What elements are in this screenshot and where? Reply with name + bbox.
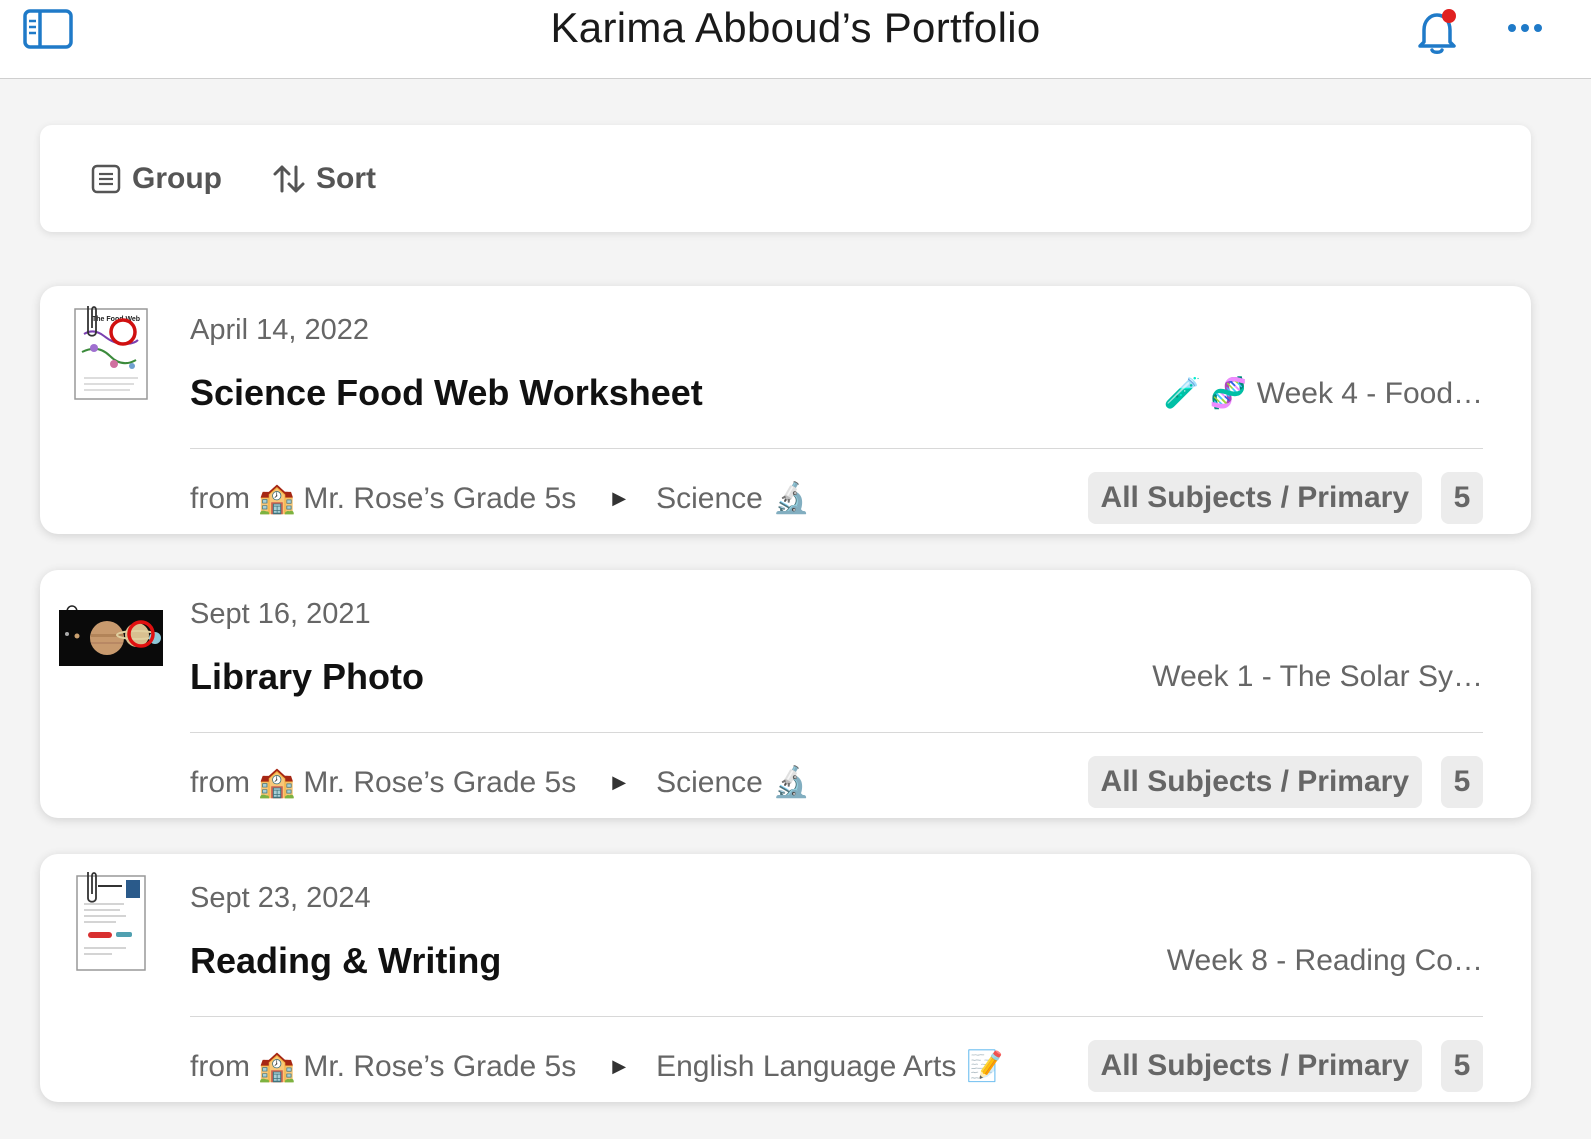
- more-options-icon[interactable]: [1500, 10, 1550, 46]
- subject-tag[interactable]: All Subjects / Primary: [1087, 756, 1422, 808]
- subject-name[interactable]: English Language Arts: [656, 1050, 956, 1084]
- subject-tag[interactable]: All Subjects / Primary: [1087, 472, 1422, 524]
- caret-right-icon: ▶: [612, 488, 627, 508]
- microscope-icon: 🔬: [772, 766, 811, 799]
- group-button[interactable]: Group: [90, 159, 222, 199]
- class-name[interactable]: Mr. Rose’s Grade 5s: [303, 766, 576, 800]
- from-label: from: [190, 481, 250, 515]
- card-meta: from 🏫 Mr. Rose’s Grade 5s ▶ Science 🔬: [190, 481, 810, 516]
- from-label: from: [190, 1049, 250, 1083]
- school-icon: 🏫: [258, 482, 296, 515]
- week-label[interactable]: 🧪 🧬 Week 4 - Food…: [1164, 376, 1483, 411]
- page-title: Karima Abboud’s Portfolio: [550, 4, 1041, 51]
- subject-name[interactable]: Science: [656, 482, 763, 516]
- card-date: Sept 23, 2024: [190, 882, 371, 914]
- week-label[interactable]: Week 8 - Reading Co…: [1167, 944, 1483, 978]
- portfolio-card[interactable]: The Food Web April 14, 2022 Science Food…: [40, 286, 1531, 534]
- card-title[interactable]: Library Photo: [190, 656, 424, 698]
- week-label[interactable]: Week 1 - The Solar Sy…: [1152, 660, 1483, 694]
- caret-right-icon: ▶: [612, 772, 627, 792]
- week-text: Week 1 - The Solar Sy…: [1152, 660, 1483, 693]
- card-meta: from 🏫 Mr. Rose’s Grade 5s ▶ Science 🔬: [190, 765, 810, 800]
- divider: [190, 448, 1483, 449]
- list-icon: [91, 164, 121, 194]
- test-tube-dna-icon: 🧪 🧬: [1163, 377, 1247, 410]
- count-badge[interactable]: 5: [1441, 756, 1483, 808]
- card-title[interactable]: Reading & Writing: [190, 940, 501, 982]
- microscope-icon: 🔬: [772, 482, 811, 515]
- caret-right-icon: ▶: [612, 1056, 627, 1076]
- divider: [190, 1016, 1483, 1017]
- group-sort-toolbar: Group Sort: [40, 125, 1531, 232]
- portfolio-card[interactable]: Sept 23, 2024 Reading & Writing Week 8 -…: [40, 854, 1531, 1102]
- count-badge[interactable]: 5: [1441, 472, 1483, 524]
- memo-icon: 📝: [966, 1050, 1004, 1083]
- card-date: Sept 16, 2021: [190, 598, 371, 630]
- group-label: Group: [132, 162, 222, 195]
- school-icon: 🏫: [258, 766, 296, 799]
- week-text: Week 4 - Food…: [1256, 376, 1483, 410]
- notification-bell-icon[interactable]: [1412, 6, 1462, 56]
- count-badge[interactable]: 5: [1441, 1040, 1483, 1092]
- worksheet-thumbnail: The Food Web: [74, 304, 152, 407]
- portfolio-card[interactable]: Sept 16, 2021 Library Photo Week 1 - The…: [40, 570, 1531, 818]
- card-date: April 14, 2022: [190, 314, 369, 346]
- subject-name[interactable]: Science: [656, 766, 763, 800]
- school-icon: 🏫: [258, 1050, 296, 1083]
- sort-label: Sort: [316, 162, 376, 195]
- sort-arrows-icon: [273, 165, 305, 193]
- top-bar: Karima Abboud’s Portfolio: [0, 0, 1591, 79]
- solar-system-photo-thumbnail: [59, 604, 163, 671]
- reading-document-thumbnail: [76, 870, 150, 977]
- card-meta: from 🏫 Mr. Rose’s Grade 5s ▶ English Lan…: [190, 1049, 1004, 1084]
- sort-button[interactable]: Sort: [272, 159, 376, 199]
- class-name[interactable]: Mr. Rose’s Grade 5s: [303, 1050, 576, 1084]
- class-name[interactable]: Mr. Rose’s Grade 5s: [303, 482, 576, 516]
- divider: [190, 732, 1483, 733]
- from-label: from: [190, 765, 250, 799]
- week-text: Week 8 - Reading Co…: [1166, 944, 1483, 977]
- subject-tag[interactable]: All Subjects / Primary: [1087, 1040, 1422, 1092]
- card-title[interactable]: Science Food Web Worksheet: [190, 372, 703, 414]
